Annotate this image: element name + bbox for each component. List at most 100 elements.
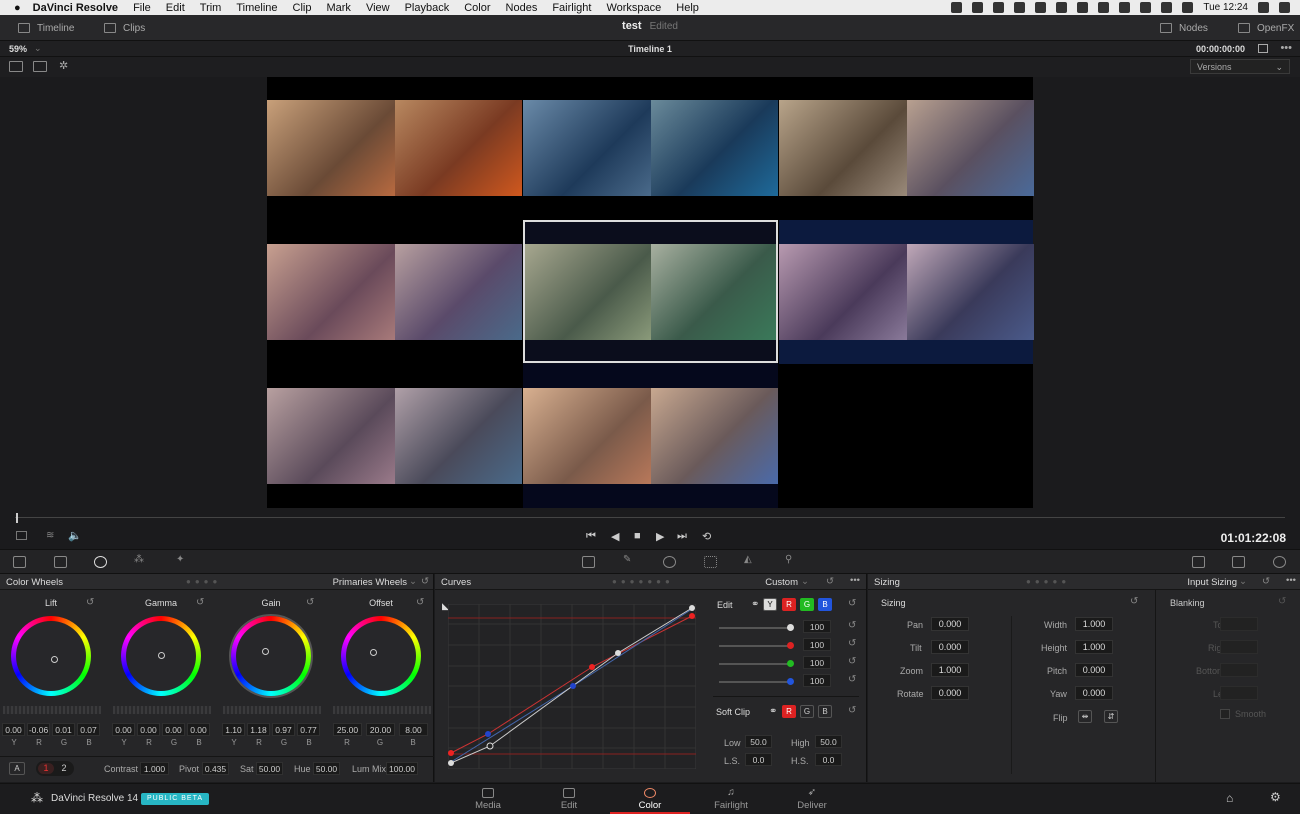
reset-icon[interactable]: ↺ bbox=[1262, 576, 1270, 587]
pan-input[interactable]: 0.000 bbox=[931, 617, 969, 631]
y-reset-icon[interactable]: ↺ bbox=[848, 620, 856, 631]
b-slider-handle[interactable] bbox=[787, 678, 794, 685]
y-intensity-slider[interactable] bbox=[719, 627, 793, 629]
red-curve-point[interactable] bbox=[589, 664, 595, 670]
gamma-b-value[interactable]: 0.00 bbox=[187, 723, 210, 736]
spotlight-icon[interactable] bbox=[1258, 2, 1269, 13]
lift-g-value[interactable]: 0.01 bbox=[52, 723, 75, 736]
camera-raw-icon[interactable] bbox=[13, 556, 26, 568]
lift-puck[interactable] bbox=[51, 656, 58, 663]
hs-input[interactable]: 0.0 bbox=[815, 753, 842, 766]
hue-input[interactable]: 50.00 bbox=[313, 762, 340, 775]
info-icon[interactable] bbox=[1273, 556, 1286, 568]
menu-playback[interactable]: Playback bbox=[405, 2, 450, 14]
page-fairlight[interactable]: ♫ Fairlight bbox=[691, 784, 771, 814]
auto-balance-button[interactable]: A bbox=[9, 762, 25, 775]
gamma-puck[interactable] bbox=[158, 652, 165, 659]
thumbnail-7[interactable] bbox=[267, 388, 522, 484]
apple-icon[interactable]: ● bbox=[14, 2, 21, 14]
key-icon[interactable]: ⚲ bbox=[785, 554, 798, 566]
nodes-button[interactable]: Nodes bbox=[1160, 15, 1208, 41]
offset-b-value[interactable]: 8.00 bbox=[399, 723, 428, 736]
offset-wheel[interactable] bbox=[341, 616, 421, 696]
menu-mark[interactable]: Mark bbox=[326, 2, 350, 14]
b-intensity-input[interactable]: 100 bbox=[803, 674, 831, 687]
offset-g-value[interactable]: 20.00 bbox=[366, 723, 395, 736]
page-dots[interactable]: ●●●●●●● bbox=[612, 577, 674, 586]
softclip-r-button[interactable]: R bbox=[782, 705, 796, 718]
chevron-down-icon[interactable]: ⌄ bbox=[34, 43, 42, 54]
red-curve-point[interactable] bbox=[689, 613, 695, 619]
r-slider-handle[interactable] bbox=[787, 642, 794, 649]
lift-b-value[interactable]: 0.07 bbox=[77, 723, 100, 736]
stop-icon[interactable]: ■ bbox=[634, 530, 641, 542]
home-icon[interactable]: ⌂ bbox=[1226, 791, 1233, 805]
more-options-icon[interactable]: ••• bbox=[850, 575, 860, 586]
step-back-icon[interactable]: ◀ bbox=[611, 530, 619, 543]
page-color[interactable]: Color bbox=[610, 784, 690, 814]
curves-graph[interactable] bbox=[448, 604, 696, 769]
menu-nodes[interactable]: Nodes bbox=[506, 2, 538, 14]
lift-r-value[interactable]: -0.06 bbox=[27, 723, 50, 736]
high-input[interactable]: 50.0 bbox=[815, 735, 842, 748]
menu-edit[interactable]: Edit bbox=[166, 2, 185, 14]
offset-master-wheel[interactable] bbox=[333, 706, 431, 714]
speaker-icon[interactable]: 🔈 bbox=[68, 529, 82, 542]
status-icon-1[interactable] bbox=[951, 2, 963, 13]
playhead[interactable] bbox=[16, 513, 18, 523]
layers-icon[interactable]: ≋ bbox=[46, 530, 54, 541]
page-deliver[interactable]: ➶ Deliver bbox=[772, 784, 852, 814]
luma-curve-point[interactable] bbox=[448, 760, 454, 766]
blank-top-input[interactable] bbox=[1220, 617, 1258, 631]
gain-r-value[interactable]: 1.18 bbox=[247, 723, 270, 736]
page-media[interactable]: Media bbox=[448, 784, 528, 814]
3d-icon[interactable] bbox=[1232, 556, 1245, 568]
flag-icon[interactable] bbox=[1182, 2, 1194, 13]
offset-r-value[interactable]: 25.00 bbox=[333, 723, 362, 736]
loop-icon[interactable]: ⟲ bbox=[702, 530, 711, 543]
gamma-reset-icon[interactable]: ↺ bbox=[196, 597, 204, 608]
lum-mix-input[interactable]: 100.00 bbox=[386, 762, 418, 775]
blue-curve-point[interactable] bbox=[485, 731, 491, 737]
contrast-input[interactable]: 1.000 bbox=[140, 762, 169, 775]
versions-dropdown[interactable]: Versions ⌄ bbox=[1190, 59, 1290, 74]
reset-icon[interactable]: ↺ bbox=[421, 576, 429, 587]
thumbnail-3[interactable] bbox=[779, 100, 1034, 196]
menu-view[interactable]: View bbox=[366, 2, 390, 14]
play-icon[interactable]: ▶ bbox=[656, 530, 664, 543]
status-icon-5[interactable] bbox=[1056, 2, 1068, 13]
g-slider-handle[interactable] bbox=[787, 660, 794, 667]
gain-g-value[interactable]: 0.97 bbox=[272, 723, 295, 736]
gain-y-value[interactable]: 1.10 bbox=[222, 723, 245, 736]
flip-horizontal-icon[interactable]: ⇹ bbox=[1078, 710, 1092, 723]
pitch-input[interactable]: 0.000 bbox=[1075, 663, 1113, 677]
menu-workspace[interactable]: Workspace bbox=[606, 2, 661, 14]
luma-curve-point[interactable] bbox=[486, 742, 494, 750]
sat-input[interactable]: 50.00 bbox=[256, 762, 283, 775]
menu-trim[interactable]: Trim bbox=[200, 2, 222, 14]
scrubber-track[interactable] bbox=[15, 517, 1285, 518]
r-intensity-input[interactable]: 100 bbox=[803, 638, 831, 651]
gain-wheel[interactable] bbox=[231, 616, 311, 696]
gamma-r-value[interactable]: 0.00 bbox=[137, 723, 160, 736]
blank-bottom-input[interactable] bbox=[1220, 663, 1258, 677]
notifications-icon[interactable] bbox=[1279, 2, 1290, 13]
gain-master-wheel[interactable] bbox=[223, 706, 321, 714]
flip-vertical-icon[interactable]: ⇵ bbox=[1104, 710, 1118, 723]
g-intensity-slider[interactable] bbox=[719, 663, 793, 665]
b-intensity-slider[interactable] bbox=[719, 681, 793, 683]
skip-to-start-icon[interactable]: ⏮ bbox=[586, 530, 596, 543]
blank-left-input[interactable] bbox=[1220, 686, 1258, 700]
gamma-g-value[interactable]: 0.00 bbox=[162, 723, 185, 736]
r-reset-icon[interactable]: ↺ bbox=[848, 638, 856, 649]
window-icon[interactable] bbox=[663, 556, 676, 568]
g-intensity-input[interactable]: 100 bbox=[803, 656, 831, 669]
blank-right-input[interactable] bbox=[1220, 640, 1258, 654]
lift-wheel[interactable] bbox=[11, 616, 91, 696]
fullscreen-icon[interactable] bbox=[1258, 44, 1268, 53]
r-intensity-slider[interactable] bbox=[719, 645, 793, 647]
link-icon[interactable]: ⚭ bbox=[751, 599, 759, 610]
lut-icon[interactable] bbox=[33, 61, 47, 72]
blanking-reset-icon[interactable]: ↺ bbox=[1278, 596, 1286, 607]
magic-wand-icon[interactable]: ✲ bbox=[59, 59, 73, 72]
